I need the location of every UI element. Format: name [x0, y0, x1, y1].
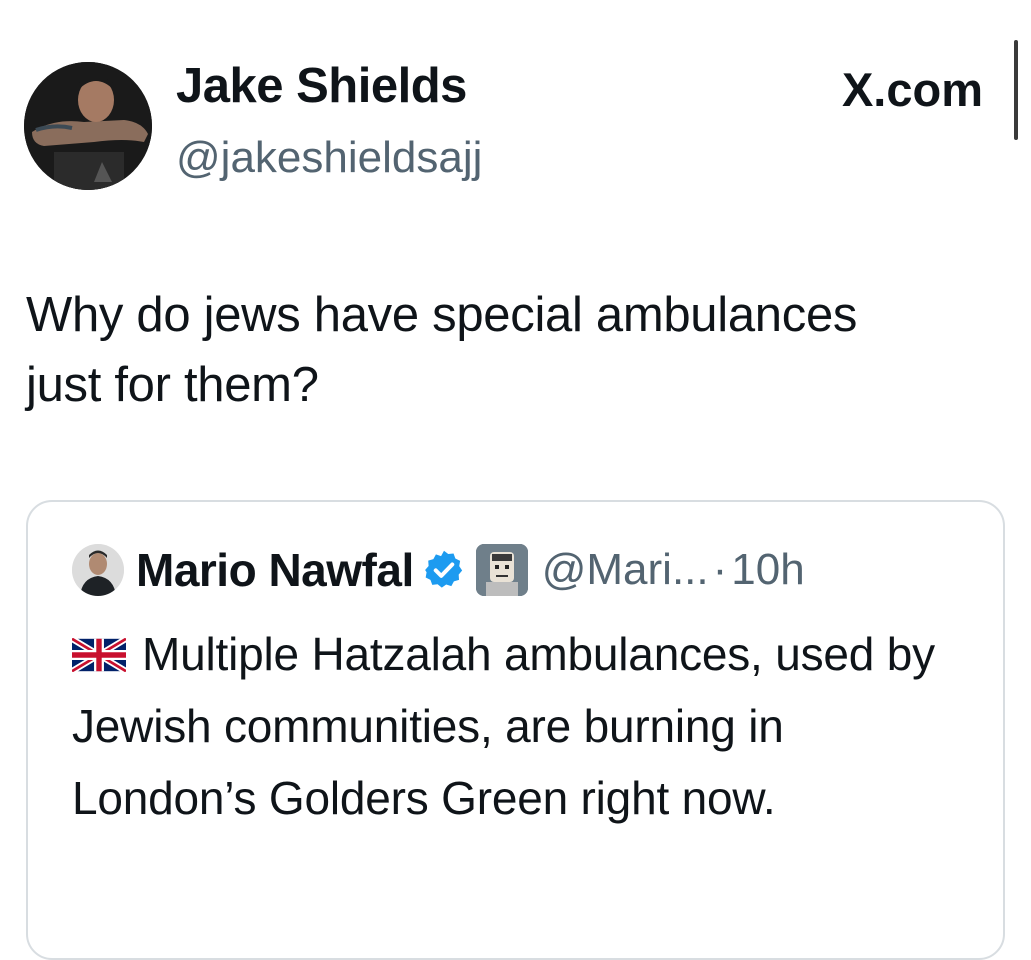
affiliate-badge-icon[interactable]	[475, 544, 528, 596]
uk-flag-icon	[72, 638, 126, 672]
quoted-tweet-header: Mario Nawfal @Mari... · 10h	[72, 540, 805, 600]
scrollbar[interactable]	[1014, 40, 1018, 140]
quoted-tweet-text-block: Multiple Hatzalah ambulances, used by Je…	[72, 618, 972, 834]
source-label: X.com	[841, 63, 983, 116]
quoted-author-handle[interactable]: @Mari...	[542, 545, 709, 595]
quoted-tweet-text: Multiple Hatzalah ambulances, used by Je…	[72, 628, 935, 824]
verified-badge-icon	[422, 548, 466, 592]
author-avatar[interactable]	[24, 62, 152, 190]
author-display-name[interactable]: Jake Shields	[176, 58, 467, 114]
meta-separator: ·	[712, 545, 728, 594]
quoted-author-display-name[interactable]: Mario Nawfal	[136, 543, 414, 597]
quoted-tweet-card[interactable]: Mario Nawfal @Mari... · 10h Multiple Hat…	[26, 500, 1005, 960]
author-handle[interactable]: @jakeshieldsajj	[176, 133, 482, 183]
profile-photo	[72, 544, 124, 596]
tweet-text: Why do jews have special ambulances just…	[26, 288, 858, 412]
profile-photo	[24, 62, 152, 190]
quoted-author-avatar[interactable]	[72, 544, 124, 596]
quoted-tweet-timestamp[interactable]: 10h	[731, 545, 804, 595]
